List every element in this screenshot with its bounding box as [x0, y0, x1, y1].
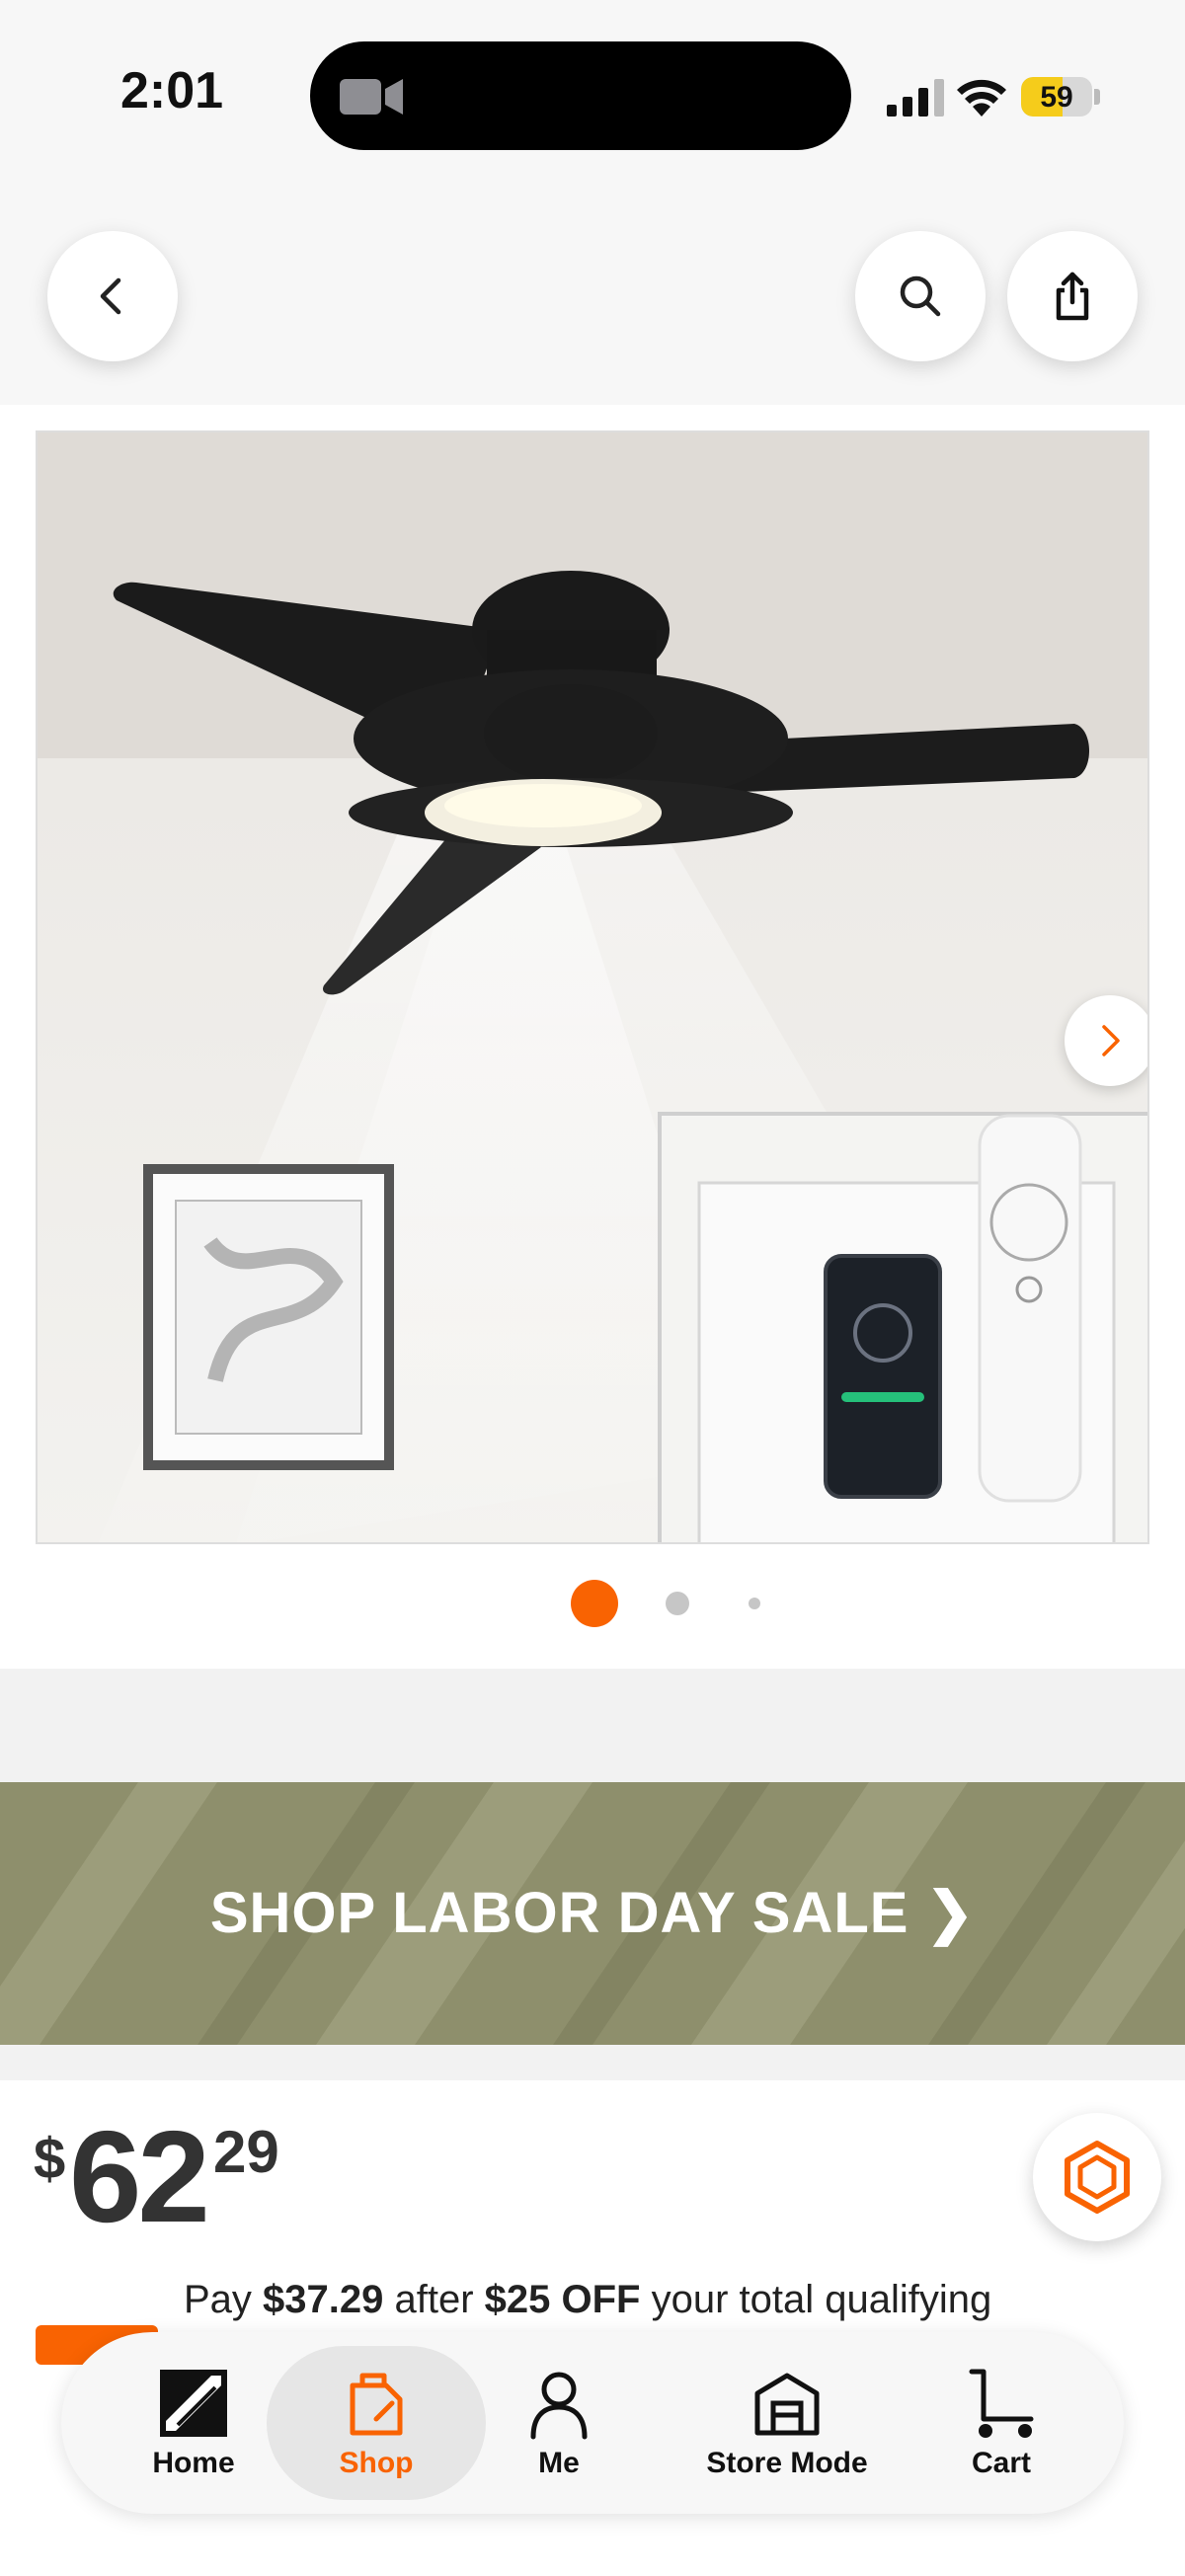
store-icon	[754, 2373, 820, 2436]
battery-percent: 59	[1040, 81, 1073, 114]
nav-store-mode[interactable]: Store Mode	[673, 2332, 901, 2514]
price-cents: 29	[213, 2119, 279, 2185]
labor-day-sale-banner[interactable]: SHOP LABOR DAY SALE ❯	[0, 1782, 1185, 2045]
nav-me-label: Me	[538, 2447, 580, 2479]
next-image-button[interactable]	[1065, 995, 1147, 1086]
back-button[interactable]	[47, 231, 178, 361]
user-icon	[530, 2372, 588, 2440]
share-button[interactable]	[1007, 231, 1138, 361]
search-button[interactable]	[855, 231, 986, 361]
pagination-dot[interactable]	[749, 1598, 760, 1609]
battery-body: 59	[1021, 77, 1092, 117]
gallery-pagination	[0, 1580, 1185, 1629]
nav-cart[interactable]: Cart	[922, 2332, 1080, 2514]
nav-home[interactable]: Home	[105, 2332, 282, 2514]
product-page: 2:01 59 SHOP LABOR DAY SALE ❯ $ 62 29 Pa…	[0, 0, 1185, 2576]
promo-middle: after	[383, 2278, 485, 2321]
hexagon-assistant-icon	[1065, 2141, 1130, 2214]
promo-message[interactable]: Pay $37.29 after $25 OFF your total qual…	[184, 2278, 991, 2322]
nav-home-label: Home	[152, 2447, 235, 2479]
pagination-dot-active[interactable]	[571, 1580, 618, 1627]
promo-suffix: your total qualifying	[640, 2278, 992, 2321]
cellular-signal-icon	[887, 79, 944, 117]
search-icon	[900, 275, 941, 317]
bottom-navigation: Home Shop Me Store Mode Cart	[61, 2332, 1124, 2514]
battery-tip	[1094, 89, 1100, 105]
wifi-icon	[957, 79, 1006, 117]
promo-amount: $37.29	[263, 2278, 384, 2321]
nav-store-mode-label: Store Mode	[706, 2447, 868, 2479]
nav-cart-label: Cart	[971, 2447, 1031, 2479]
battery-indicator: 59	[1021, 77, 1100, 117]
ceiling-fan-photo	[38, 432, 1147, 1542]
price-dollars: 62	[69, 2104, 210, 2249]
status-bar: 2:01 59	[0, 0, 1185, 197]
pagination-dot[interactable]	[666, 1592, 689, 1615]
product-image[interactable]	[36, 430, 1149, 1544]
promo-prefix: Pay	[184, 2278, 264, 2321]
home-depot-logo-icon	[160, 2370, 227, 2437]
banner-label: SHOP LABOR DAY SALE ❯	[209, 1881, 976, 1945]
cart-icon	[969, 2369, 1034, 2438]
chevron-left-icon	[100, 277, 121, 315]
image-gallery	[0, 405, 1185, 1669]
video-camera-icon	[340, 79, 403, 115]
assistant-button[interactable]	[1033, 2113, 1161, 2241]
dynamic-island	[310, 41, 851, 150]
status-time: 2:01	[120, 62, 224, 119]
chevron-right-icon	[1102, 1025, 1120, 1056]
promo-discount: $25 OFF	[484, 2278, 641, 2321]
shop-bag-icon	[350, 2373, 403, 2436]
nav-shop-label: Shop	[339, 2447, 414, 2479]
nav-shop[interactable]: Shop	[286, 2332, 466, 2514]
nav-me[interactable]: Me	[480, 2332, 638, 2514]
product-header	[0, 197, 1185, 425]
price-currency-symbol: $	[34, 2127, 66, 2191]
share-icon	[1056, 272, 1089, 321]
